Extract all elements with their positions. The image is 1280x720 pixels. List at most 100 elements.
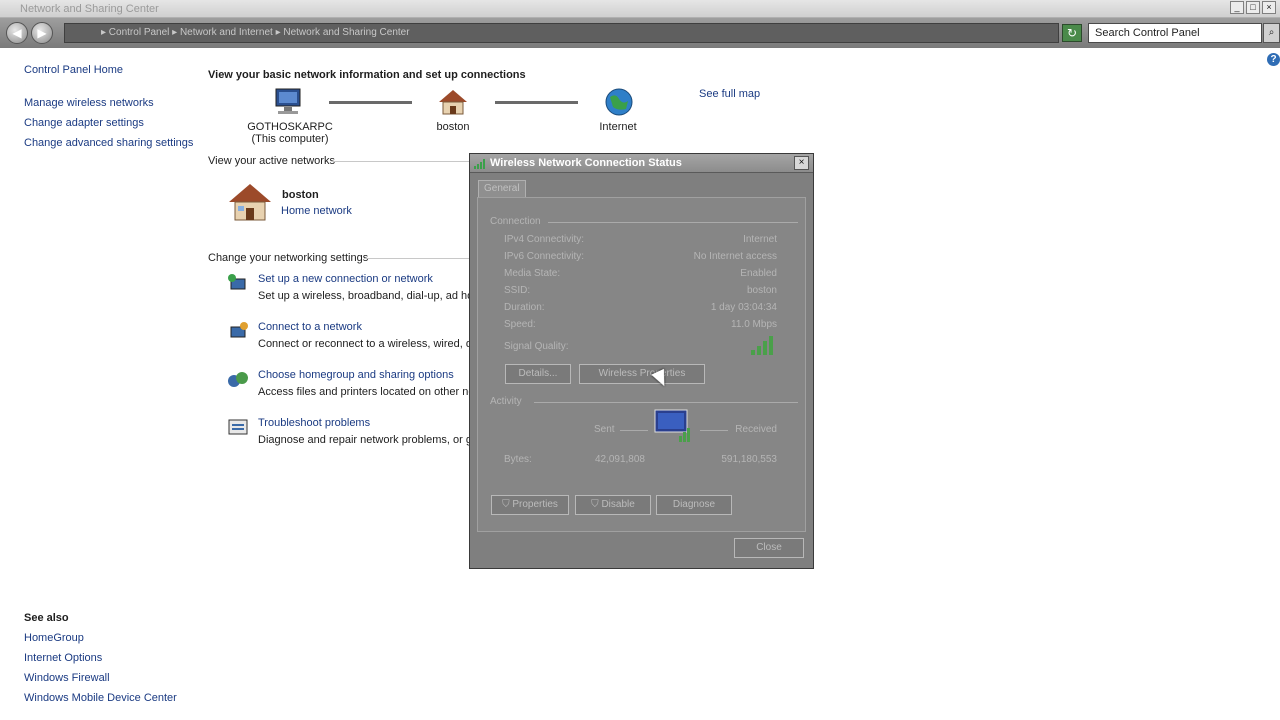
bytes-received-value: 591,180,553	[721, 454, 777, 465]
row-value: 1 day 03:04:34	[710, 302, 777, 313]
task-title-troubleshoot[interactable]: Troubleshoot problems	[258, 417, 370, 429]
help-icon[interactable]: ?	[1267, 53, 1280, 66]
close-button[interactable]: Close	[734, 538, 804, 558]
maximize-button[interactable]: □	[1246, 1, 1260, 14]
shield-icon: ⛉	[502, 499, 513, 510]
map-link-line-2	[495, 101, 578, 104]
connect-network-icon	[230, 322, 248, 338]
task-desc-troubleshoot: Diagnose and repair network problems, or…	[258, 434, 482, 446]
window-titlebar: Network and Sharing Center _ □ ×	[0, 0, 1280, 18]
task-desc-homegroup: Access files and printers located on oth…	[258, 386, 486, 398]
task-title-connect-network[interactable]: Connect to a network	[258, 321, 362, 333]
sidebar-item-adapter-settings[interactable]: Change adapter settings	[24, 117, 144, 129]
breadcrumb[interactable]: ▸ Control Panel ▸ Network and Internet ▸…	[64, 23, 1059, 43]
row-value: boston	[746, 285, 777, 296]
see-full-map-link[interactable]: See full map	[699, 88, 760, 100]
refresh-button[interactable]: ↻	[1062, 24, 1082, 42]
task-title-new-connection[interactable]: Set up a new connection or network	[258, 273, 433, 285]
back-arrow-icon: ◀	[12, 26, 22, 40]
internet-label: Internet	[599, 121, 637, 133]
details-button[interactable]: Details...	[505, 364, 571, 384]
row-label: SSID:	[504, 285, 531, 296]
sidebar-item-advanced-sharing[interactable]: Change advanced sharing settings	[24, 137, 193, 149]
row-label: Media State:	[504, 268, 561, 279]
see-also-mobile-device-center[interactable]: Windows Mobile Device Center	[24, 692, 177, 704]
forward-arrow-icon: ▶	[37, 26, 47, 40]
sent-label: Sent	[594, 424, 615, 435]
network-name-map: boston	[436, 121, 470, 133]
search-input[interactable]: Search Control Panel	[1088, 23, 1262, 43]
sent-line	[620, 430, 648, 431]
back-button[interactable]: ◀	[6, 22, 28, 44]
search-icon[interactable]: ⌕	[1263, 23, 1280, 43]
task-desc-connect-network: Connect or reconnect to a wireless, wire…	[258, 338, 483, 350]
breadcrumb-path[interactable]: ▸ Control Panel ▸ Network and Internet ▸…	[101, 27, 410, 38]
task-desc-new-connection: Set up a wireless, broadband, dial-up, a…	[258, 290, 482, 302]
row-value: 11.0 Mbps	[731, 319, 777, 330]
signal-quality-icon	[751, 336, 773, 355]
row-value: Internet	[743, 234, 777, 245]
page-title: View your basic network information and …	[208, 69, 526, 81]
row-label: Duration:	[504, 302, 545, 313]
shield-icon: ⛉	[591, 499, 602, 510]
troubleshoot-icon	[228, 419, 248, 435]
settings-title: Change your networking settings	[208, 252, 369, 264]
window-controls: _ □ ×	[1230, 1, 1276, 14]
homegroup-icon	[228, 372, 248, 387]
close-icon: ×	[798, 157, 805, 168]
wireless-status-dialog: Wireless Network Connection Status × Gen…	[469, 153, 814, 569]
computer-sub: (This computer)	[251, 133, 329, 145]
properties-label: Properties	[512, 499, 558, 510]
minimize-button[interactable]: _	[1230, 1, 1244, 14]
connection-group-label: Connection	[490, 216, 541, 227]
map-link-line	[329, 101, 412, 104]
wireless-properties-button[interactable]: Wireless Properties	[579, 364, 705, 384]
activity-group-label: Activity	[490, 396, 522, 407]
network-activity-icon	[654, 409, 690, 442]
properties-button[interactable]: ⛉ Properties	[491, 495, 569, 515]
dialog-close-button[interactable]: ×	[794, 156, 809, 170]
active-network-type-link[interactable]: Home network	[281, 205, 352, 217]
received-label: Received	[735, 424, 777, 435]
see-also-windows-firewall[interactable]: Windows Firewall	[24, 672, 110, 684]
row-value: Enabled	[740, 268, 777, 279]
disable-button[interactable]: ⛉ Disable	[575, 495, 651, 515]
section-divider	[332, 161, 472, 162]
search-placeholder: Search Control Panel	[1095, 27, 1200, 39]
disable-label: Disable	[601, 499, 635, 510]
see-also-internet-options[interactable]: Internet Options	[24, 652, 102, 664]
sidebar-item-control-panel-home[interactable]: Control Panel Home	[24, 64, 123, 76]
section-divider-2	[364, 258, 472, 259]
window-title: Network and Sharing Center	[20, 3, 159, 15]
home-network-large-icon	[229, 184, 271, 221]
refresh-icon: ↻	[1066, 26, 1078, 40]
see-also-homegroup[interactable]: HomeGroup	[24, 632, 84, 644]
row-label: IPv4 Connectivity:	[504, 234, 585, 245]
map-computer-node: GOTHOSKARPC (This computer)	[240, 121, 340, 145]
dialog-body: Connection IPv4 Connectivity: Internet I…	[477, 197, 806, 532]
group-divider	[534, 402, 798, 403]
group-divider	[548, 222, 798, 223]
received-line	[700, 430, 728, 431]
new-connection-icon	[228, 274, 246, 290]
bytes-sent-value: 42,091,808	[594, 454, 645, 465]
close-window-button[interactable]: ×	[1262, 1, 1276, 14]
tab-general[interactable]: General	[478, 180, 526, 198]
signal-bars-icon	[474, 159, 485, 169]
bytes-label: Bytes:	[504, 454, 532, 465]
dialog-title: Wireless Network Connection Status	[490, 157, 682, 169]
computer-icon	[275, 88, 301, 114]
row-label: Speed:	[504, 319, 536, 330]
active-networks-title: View your active networks	[208, 155, 335, 167]
diagnose-button[interactable]: Diagnose	[656, 495, 732, 515]
row-value: No Internet access	[693, 251, 777, 262]
internet-globe-icon	[605, 88, 633, 116]
signal-quality-label: Signal Quality:	[504, 341, 569, 352]
row-label: IPv6 Connectivity:	[504, 251, 585, 262]
sidebar-item-manage-wireless[interactable]: Manage wireless networks	[24, 97, 154, 109]
computer-name: GOTHOSKARPC	[247, 121, 333, 133]
forward-button[interactable]: ▶	[31, 22, 53, 44]
task-title-homegroup[interactable]: Choose homegroup and sharing options	[258, 369, 454, 381]
dialog-titlebar[interactable]: Wireless Network Connection Status ×	[470, 154, 813, 173]
address-bar: ◀ ▶ ▸ Control Panel ▸ Network and Intern…	[0, 18, 1280, 48]
